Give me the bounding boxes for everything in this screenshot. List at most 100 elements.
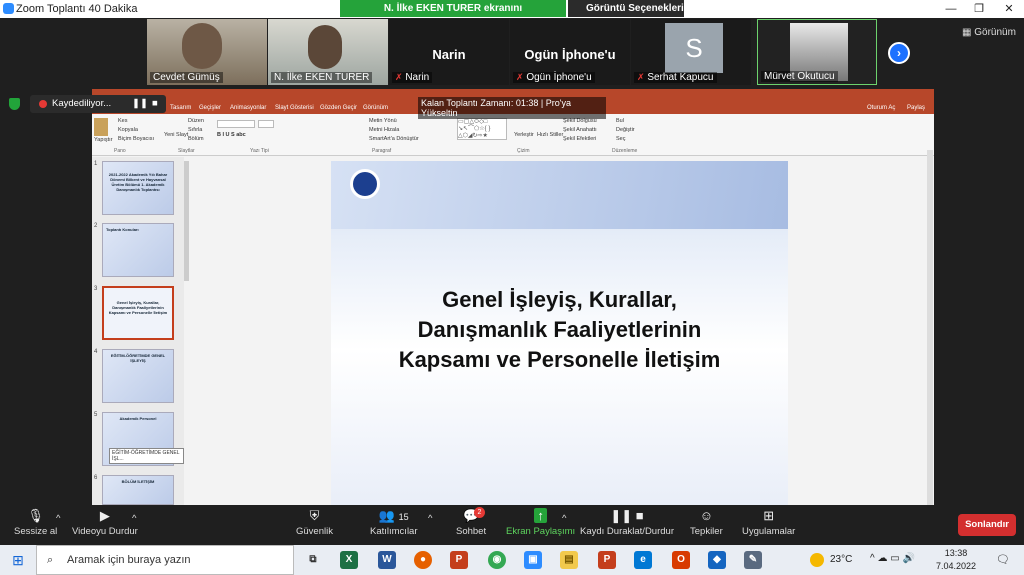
section-button[interactable]: Bölüm [188,136,204,142]
participants-button[interactable]: 👥 15 Katılımcılar [370,508,418,537]
edge-icon[interactable]: e [634,551,652,569]
shapes-gallery[interactable]: ▭▢△⬭◇□ ↘↖⌒⬠☆{ } △⬡◢↻⇨★ [457,118,507,140]
apps-button[interactable]: ⊞ Uygulamalar [742,508,795,537]
record-control-button[interactable]: ❚❚ ■ Kaydı Duraklat/Durdur [580,508,674,537]
select-button[interactable]: Seç [616,136,625,142]
end-meeting-button[interactable]: Sonlandır [958,514,1016,536]
video-camera-icon: ▶ [99,508,110,523]
minimize-button[interactable]: — [936,0,966,18]
chevron-up-icon[interactable]: ^ [56,513,60,524]
zoom-taskbar-icon[interactable]: ▣ [524,551,542,569]
temperature[interactable]: 23°C [830,554,852,565]
video-tile-ilke[interactable]: N. İlke EKEN TURER [268,19,388,85]
screen-scrollbar[interactable] [927,150,933,505]
thumb-number: 4 [94,349,98,355]
meeting-time-remaining[interactable]: Kalan Toplantı Zamanı: 01:38 | Pro'ya Yü… [418,97,606,119]
reset-button[interactable]: Sıfırla [188,127,202,133]
next-page-button[interactable]: › [888,42,910,64]
tab-gorunum[interactable]: Görünüm [363,105,388,111]
pause-stop-icon: ❚❚ ■ [610,508,644,523]
cut-button[interactable]: Kes [118,118,127,124]
video-tile-narin[interactable]: Narin ✗ Narin [389,19,509,85]
group-label-editing: Düzenleme [612,148,638,154]
excel-icon[interactable]: X [340,551,358,569]
stop-video-button[interactable]: ▶ Videoyu Durdur [72,508,138,537]
word-icon[interactable]: W [378,551,396,569]
chevron-up-icon[interactable]: ^ [562,513,566,524]
firefox-icon[interactable]: ● [414,551,432,569]
thumbnails-scrollbar[interactable] [184,161,189,281]
chevron-up-icon[interactable]: ^ [132,513,136,524]
find-button[interactable]: Bul [616,118,624,124]
taskbar-search-input[interactable]: ⌕ Aramak için buraya yazın [36,545,294,575]
tab-tasarim[interactable]: Tasarım [170,105,191,111]
format-painter-button[interactable]: Biçim Boyacısı [118,136,154,142]
video-tile-murvet[interactable]: Mürvet Okutucu [757,19,877,85]
close-button[interactable]: ✕ [994,0,1024,18]
shape-outline-button[interactable]: Şekil Anahattı [563,127,597,133]
mute-button[interactable]: 🎙 Sessize al [14,508,57,537]
font-size-input[interactable] [258,120,274,128]
reactions-button[interactable]: ☺ Tepkiler [690,508,723,537]
slide-thumb-4[interactable]: EĞİTİM-ÖĞRETİMDE GENEL İŞLEYİŞ [102,349,174,403]
windows-start-icon[interactable]: ⊞ [0,545,36,575]
bold-button[interactable]: B I U S abc [217,132,246,138]
app-icon[interactable]: ◆ [708,551,726,569]
participants-icon: 👥 15 [378,508,409,523]
align-text-button[interactable]: Metni Hizala [369,127,399,133]
slide-header-band [331,161,788,229]
replace-button[interactable]: Değiştir [616,127,635,133]
system-tray-icons[interactable]: ^ ☁ ▭ 🔊 [870,553,915,564]
slide-thumb-3[interactable]: Genel İşleyiş, Kurallar, Danışmanlık Faa… [102,286,174,340]
chevron-up-icon[interactable]: ^ [428,513,432,524]
slide-canvas[interactable]: Genel İşleyiş, Kurallar, Danışmanlık Faa… [331,161,788,505]
view-label: Görünüm [974,27,1016,38]
taskbar-clock[interactable]: 13:38 7.04.2022 [936,547,976,573]
stop-recording-icon[interactable]: ■ [152,95,158,113]
office-icon[interactable]: O [672,551,690,569]
video-tile-cevdet[interactable]: Cevdet Gümüş [147,19,267,85]
notifications-icon[interactable]: 🗨 [996,553,1010,566]
arrange-button[interactable]: Yerleştir [514,132,534,138]
smiley-icon: ☺ [699,508,714,523]
file-explorer-icon[interactable]: ▤ [560,551,578,569]
font-name-input[interactable] [217,120,255,128]
participant-name: Mürvet Okutucu [761,71,838,82]
quick-styles-button[interactable]: Hızlı Stiller [537,132,563,138]
new-slide-button[interactable]: Yeni Slayt [164,132,188,138]
video-tile-ogun[interactable]: Ogün İphone'u ✗ Ogün İphone'u [510,19,630,85]
powerpoint-icon[interactable]: P [598,551,616,569]
task-view-icon[interactable]: ⧉ [304,551,322,569]
smartart-button[interactable]: SmartArt'a Dönüştür [369,136,419,142]
chrome-icon[interactable]: ◉ [488,551,506,569]
text-direction-button[interactable]: Metin Yönü [369,118,397,124]
slide-thumb-1[interactable]: 2021-2022 Akademik Yılı Bahar Dönemi Bil… [102,161,174,215]
tab-gozden-gecir[interactable]: Gözden Geçir [320,105,357,111]
pause-recording-icon[interactable]: ❚❚ [132,95,148,113]
app-icon[interactable]: ✎ [744,551,762,569]
tab-animasyonlar[interactable]: Animasyonlar [230,105,266,111]
participant-display: Narin [432,47,466,62]
view-options-button[interactable]: Görüntü Seçenekleri ⌄ [568,0,684,31]
powerpoint-icon[interactable]: P [450,551,468,569]
paste-button[interactable]: Yapıştır [94,137,113,143]
windows-taskbar: ⊞ ⌕ Aramak için buraya yazın ⧉ X W ● P ◉… [0,545,1024,575]
slide-thumb-2[interactable]: Toplantı Konuları [102,223,174,277]
slide-thumb-6[interactable]: BÖLÜM İLETİŞİM [102,475,174,505]
share-link[interactable]: Paylaş [907,105,925,111]
tab-gecisler[interactable]: Geçişler [199,105,221,111]
view-button[interactable]: ▦ Görünüm [962,27,1016,38]
layout-button[interactable]: Düzen [188,118,204,124]
security-button[interactable]: ⛨ Güvenlik [296,508,333,537]
sign-in[interactable]: Oturum Aç [867,105,895,111]
chat-badge: 2 [474,507,485,518]
shape-effects-button[interactable]: Şekil Efektleri [563,136,596,142]
group-label-drawing: Çizim [517,148,530,154]
weather-sun-icon[interactable] [810,553,824,567]
video-tile-serhat[interactable]: S ✗ Serhat Kapucu [631,19,751,85]
apps-label: Uygulamalar [742,526,796,537]
copy-button[interactable]: Kopyala [118,127,138,133]
restore-button[interactable]: ❐ [964,0,994,18]
tab-slayt-gosterisi[interactable]: Slayt Gösterisi [275,105,314,111]
group-label-pano: Pano [114,148,126,154]
